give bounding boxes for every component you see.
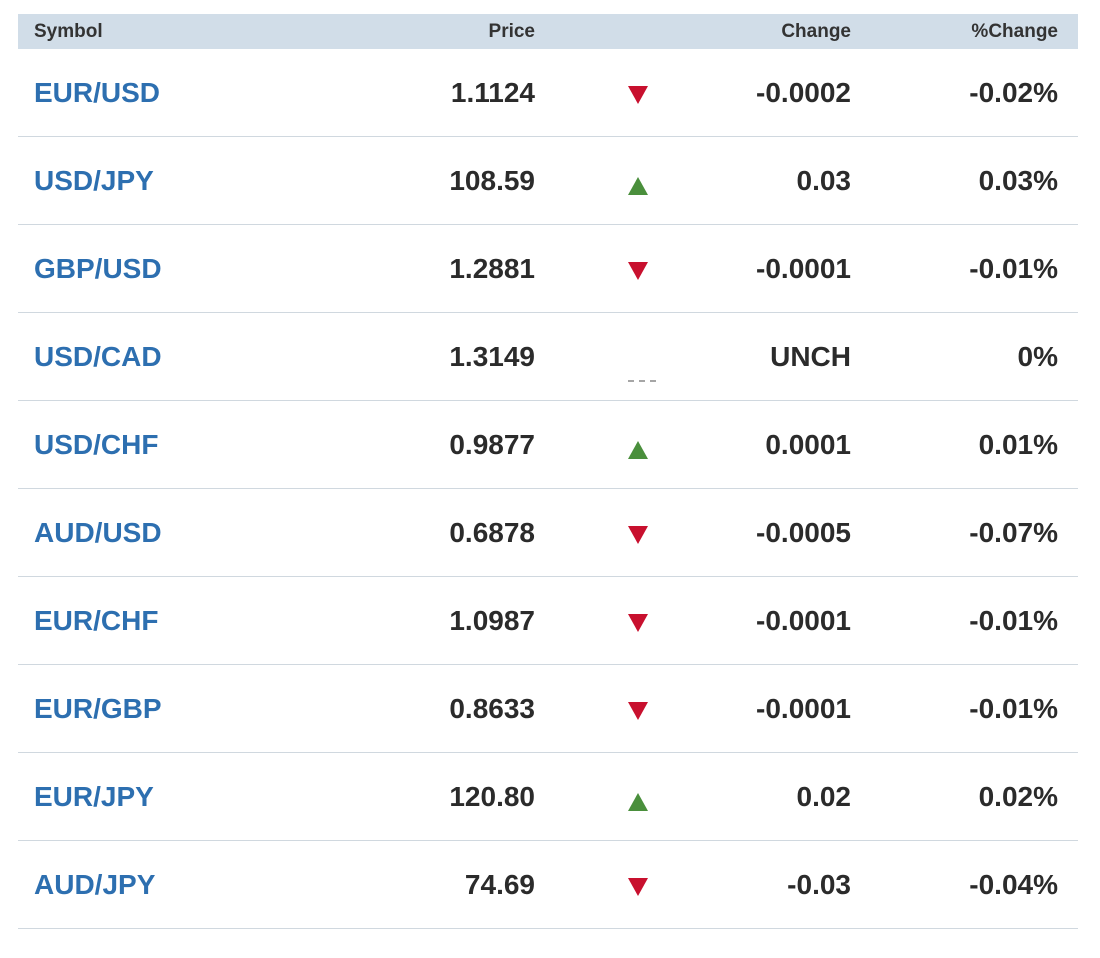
direction-cell <box>535 137 745 224</box>
change-cell: 0.02 <box>796 780 852 812</box>
down-arrow-icon <box>628 261 648 280</box>
symbol-link[interactable]: EUR/JPY <box>34 781 154 812</box>
price-cell: 1.3149 <box>449 340 535 372</box>
pct-change-cell: -0.04% <box>969 868 1058 900</box>
direction-cell <box>535 489 745 576</box>
symbol-link[interactable]: USD/CHF <box>34 429 158 460</box>
price-cell: 108.59 <box>449 164 535 196</box>
header-pct-change: %Change <box>971 20 1058 42</box>
direction-cell <box>535 401 745 488</box>
change-cell: -0.03 <box>787 868 851 900</box>
pct-change-cell: -0.01% <box>969 252 1058 284</box>
price-cell: 1.0987 <box>449 604 535 636</box>
table-row: USD/CHF 0.9877 0.0001 0.01% <box>18 401 1078 489</box>
change-cell: 0.03 <box>796 164 852 196</box>
symbol-cell: USD/JPY <box>18 165 338 197</box>
symbol-cell: EUR/CHF <box>18 605 338 637</box>
symbol-link[interactable]: USD/JPY <box>34 165 154 196</box>
direction-cell <box>535 841 745 928</box>
symbol-link[interactable]: EUR/GBP <box>34 693 162 724</box>
table-row: EUR/USD 1.1124 -0.0002 -0.02% <box>18 49 1078 137</box>
symbol-cell: USD/CHF <box>18 429 338 461</box>
direction-cell <box>535 225 745 312</box>
price-cell: 0.9877 <box>449 428 535 460</box>
symbol-cell: EUR/USD <box>18 77 338 109</box>
symbol-cell: AUD/USD <box>18 517 338 549</box>
down-arrow-icon <box>628 85 648 104</box>
up-arrow-icon <box>628 176 648 195</box>
table-row: EUR/CHF 1.0987 -0.0001 -0.01% <box>18 577 1078 665</box>
price-cell: 1.1124 <box>450 76 535 108</box>
symbol-cell: GBP/USD <box>18 253 338 285</box>
price-cell: 74.69 <box>464 868 535 900</box>
table-row: AUD/JPY 74.69 -0.03 -0.04% <box>18 841 1078 929</box>
header-symbol: Symbol <box>34 20 103 42</box>
table-row: EUR/GBP 0.8633 -0.0001 -0.01% <box>18 665 1078 753</box>
down-arrow-icon <box>628 613 648 632</box>
price-cell: 120.80 <box>449 780 535 812</box>
down-arrow-icon <box>628 525 648 544</box>
price-cell: 1.2881 <box>449 252 535 284</box>
change-cell: UNCH <box>770 340 851 372</box>
symbol-link[interactable]: AUD/JPY <box>34 869 155 900</box>
change-cell: -0.0001 <box>756 252 851 284</box>
symbol-cell: EUR/GBP <box>18 693 338 725</box>
table-header: Symbol Price Change %Change <box>18 14 1078 49</box>
symbol-cell: EUR/JPY <box>18 781 338 813</box>
table-row: USD/CAD 1.3149 UNCH 0% <box>18 313 1078 401</box>
price-cell: 0.6878 <box>449 516 535 548</box>
header-arrow-spacer <box>535 14 745 49</box>
table-row: USD/JPY 108.59 0.03 0.03% <box>18 137 1078 225</box>
change-cell: -0.0002 <box>756 76 851 108</box>
pct-change-cell: 0.02% <box>978 780 1058 812</box>
pct-change-cell: 0% <box>1017 340 1058 372</box>
direction-cell <box>535 313 745 400</box>
pct-change-cell: 0.01% <box>978 428 1058 460</box>
price-cell: 0.8633 <box>449 692 535 724</box>
pct-change-cell: -0.02% <box>969 76 1058 108</box>
up-arrow-icon <box>628 440 648 459</box>
unchanged-dash-icon <box>628 379 656 382</box>
down-arrow-icon <box>628 877 648 896</box>
symbol-link[interactable]: GBP/USD <box>34 253 162 284</box>
symbol-link[interactable]: EUR/CHF <box>34 605 158 636</box>
symbol-link[interactable]: AUD/USD <box>34 517 162 548</box>
up-arrow-icon <box>628 792 648 811</box>
down-arrow-icon <box>628 701 648 720</box>
header-change: Change <box>781 20 851 42</box>
change-cell: 0.0001 <box>765 428 851 460</box>
change-cell: -0.0001 <box>756 692 851 724</box>
pct-change-cell: -0.01% <box>969 692 1058 724</box>
header-price: Price <box>488 20 535 42</box>
quotes-table: Symbol Price Change %Change EUR/USD 1.11… <box>18 14 1078 929</box>
pct-change-cell: 0.03% <box>978 164 1058 196</box>
symbol-link[interactable]: USD/CAD <box>34 341 162 372</box>
symbol-link[interactable]: EUR/USD <box>34 77 160 108</box>
symbol-cell: AUD/JPY <box>18 869 338 901</box>
pct-change-cell: -0.07% <box>969 516 1058 548</box>
direction-cell <box>535 753 745 840</box>
symbol-cell: USD/CAD <box>18 341 338 373</box>
table-row: EUR/JPY 120.80 0.02 0.02% <box>18 753 1078 841</box>
table-row: AUD/USD 0.6878 -0.0005 -0.07% <box>18 489 1078 577</box>
direction-cell <box>535 577 745 664</box>
change-cell: -0.0001 <box>756 604 851 636</box>
change-cell: -0.0005 <box>756 516 851 548</box>
pct-change-cell: -0.01% <box>969 604 1058 636</box>
table-row: GBP/USD 1.2881 -0.0001 -0.01% <box>18 225 1078 313</box>
direction-cell <box>535 49 745 136</box>
direction-cell <box>535 665 745 752</box>
